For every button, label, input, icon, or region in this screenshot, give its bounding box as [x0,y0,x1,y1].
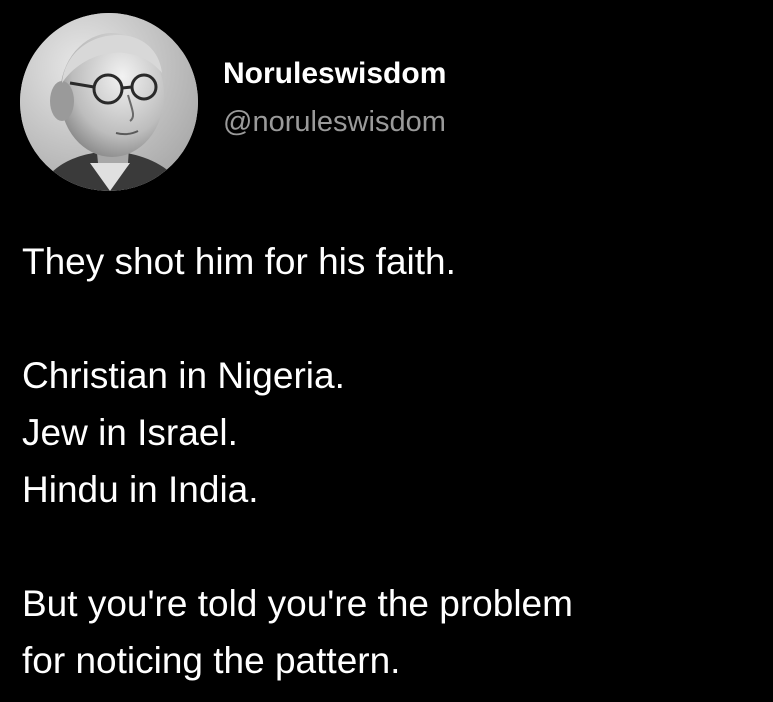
post-line: Jew in Israel. [22,412,238,453]
display-name[interactable]: Noruleswisdom [223,56,446,92]
post-line: They shot him for his faith. [22,241,456,282]
post-line: Christian in Nigeria. [22,355,345,396]
post-line: But you're told you're the problem [22,583,573,624]
post-line: for noticing the pattern. [22,640,401,681]
post-line: Hindu in India. [22,469,259,510]
post-text: They shot him for his faith. Christian i… [22,233,762,689]
post-card: Noruleswisdom @noruleswisdom They shot h… [0,0,773,702]
user-handle[interactable]: @noruleswisdom [223,104,446,140]
avatar[interactable] [20,13,198,191]
profile-photo-icon [20,13,198,191]
